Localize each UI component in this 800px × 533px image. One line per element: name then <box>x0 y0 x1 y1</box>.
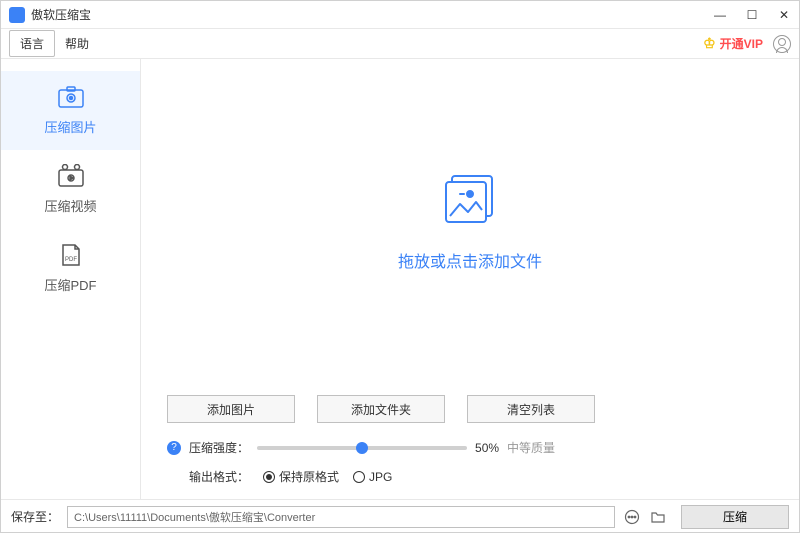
maximize-button[interactable]: ☐ <box>745 8 759 22</box>
app-title: 傲软压缩宝 <box>31 6 713 23</box>
strength-label: 压缩强度： <box>189 439 249 456</box>
more-icon[interactable] <box>623 508 641 526</box>
add-folder-button[interactable]: 添加文件夹 <box>317 395 445 423</box>
radio-jpg[interactable]: JPG <box>353 470 392 484</box>
sidebar-item-image[interactable]: 压缩图片 <box>1 71 140 150</box>
camera-icon <box>57 85 85 109</box>
add-image-button[interactable]: 添加图片 <box>167 395 295 423</box>
strength-value: 50% <box>475 441 499 455</box>
menu-help[interactable]: 帮助 <box>55 31 99 56</box>
radio-circle-icon <box>353 471 365 483</box>
video-icon <box>57 164 85 188</box>
sidebar-label: 压缩视频 <box>44 196 96 215</box>
crown-icon: ♔ <box>703 35 716 52</box>
strength-slider[interactable] <box>257 446 467 450</box>
menubar: 语言 帮助 ♔ 开通VIP <box>1 29 799 59</box>
main-panel: 拖放或点击添加文件 添加图片 添加文件夹 清空列表 ? 压缩强度： 50% 中等… <box>141 59 799 499</box>
footer: 保存至： 压缩 <box>1 499 799 533</box>
sidebar-item-pdf[interactable]: PDF 压缩PDF <box>1 229 140 308</box>
controls-panel: 添加图片 添加文件夹 清空列表 ? 压缩强度： 50% 中等质量 输出格式： 保… <box>141 381 799 499</box>
radio-keep-label: 保持原格式 <box>279 468 339 485</box>
sidebar-item-video[interactable]: 压缩视频 <box>1 150 140 229</box>
menu-language[interactable]: 语言 <box>9 30 55 57</box>
drop-text: 拖放或点击添加文件 <box>398 248 542 272</box>
save-path-input[interactable] <box>67 506 615 528</box>
sidebar: 压缩图片 压缩视频 PDF 压缩PDF <box>1 59 141 499</box>
info-icon[interactable]: ? <box>167 441 181 455</box>
folder-icon[interactable] <box>649 508 667 526</box>
clear-list-button[interactable]: 清空列表 <box>467 395 595 423</box>
close-button[interactable]: ✕ <box>777 8 791 22</box>
sidebar-label: 压缩PDF <box>44 275 96 294</box>
minimize-button[interactable]: — <box>713 8 727 22</box>
drop-zone[interactable]: 拖放或点击添加文件 <box>141 59 799 381</box>
radio-jpg-label: JPG <box>369 470 392 484</box>
user-icon[interactable] <box>773 35 791 53</box>
pdf-icon: PDF <box>57 243 85 267</box>
window-controls: — ☐ ✕ <box>713 8 791 22</box>
sidebar-label: 压缩图片 <box>44 117 96 136</box>
image-icon <box>438 168 502 232</box>
app-icon <box>9 7 25 23</box>
vip-label: 开通VIP <box>720 35 763 52</box>
compress-button[interactable]: 压缩 <box>681 505 789 529</box>
vip-button[interactable]: ♔ 开通VIP <box>703 35 763 52</box>
slider-thumb[interactable] <box>356 442 368 454</box>
quality-label: 中等质量 <box>507 439 555 456</box>
save-to-label: 保存至： <box>11 508 59 525</box>
radio-circle-icon <box>263 471 275 483</box>
titlebar: 傲软压缩宝 — ☐ ✕ <box>1 1 799 29</box>
format-label: 输出格式： <box>189 468 249 485</box>
svg-text:PDF: PDF <box>65 257 77 263</box>
radio-keep-format[interactable]: 保持原格式 <box>263 468 339 485</box>
